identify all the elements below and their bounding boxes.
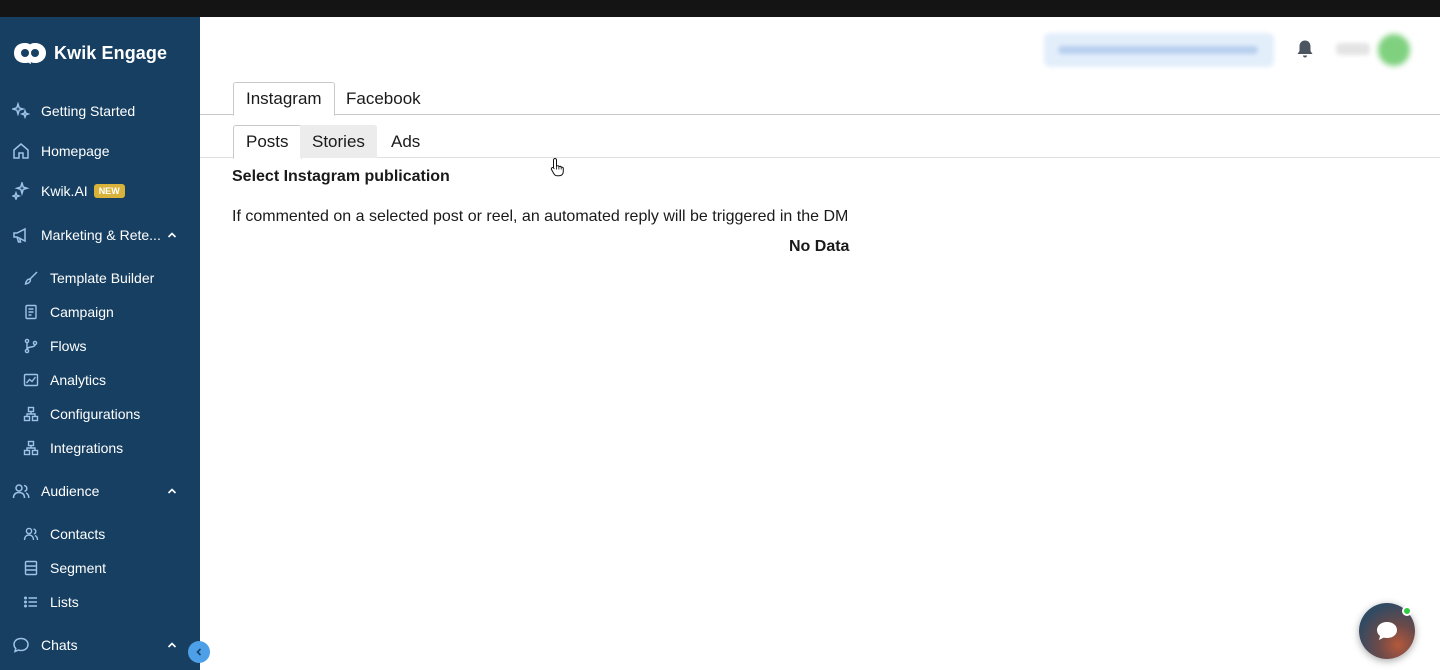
network-icon: [23, 440, 39, 456]
sidebar-item-audience[interactable]: Audience: [0, 476, 200, 506]
sidebar-item-label: Configurations: [50, 406, 141, 422]
list-icon: [23, 594, 39, 610]
users-icon: [12, 482, 30, 500]
chart-icon: [23, 372, 39, 388]
avatar[interactable]: [1378, 34, 1410, 66]
online-status-dot: [1402, 606, 1412, 616]
search-bar[interactable]: [1044, 33, 1274, 67]
sidebar-item-analytics[interactable]: Analytics: [0, 365, 200, 395]
sidebar-item-label: Flows: [50, 338, 87, 354]
user-name[interactable]: [1336, 43, 1370, 55]
segment-icon: [23, 560, 39, 576]
kwik-logo-icon: [14, 43, 46, 64]
chat-bubble-icon: [1377, 622, 1397, 640]
empty-state: No Data: [789, 238, 850, 255]
chevron-up-icon[interactable]: [166, 485, 178, 497]
tab-stories[interactable]: Stories: [300, 125, 377, 158]
tab-ads[interactable]: Ads: [379, 125, 432, 158]
window-top-bar: [0, 0, 1440, 17]
brush-icon: [23, 270, 39, 286]
sidebar-item-marketing[interactable]: Marketing & Rete...: [0, 220, 200, 250]
tab-facebook[interactable]: Facebook: [334, 82, 433, 115]
sidebar-item-label: Lists: [50, 594, 79, 610]
branch-icon: [23, 338, 39, 354]
campaign-doc-icon: [23, 304, 39, 320]
sidebar-item-configurations[interactable]: Configurations: [0, 399, 200, 429]
new-badge: NEW: [93, 184, 125, 198]
sidebar-item-getting-started[interactable]: Getting Started: [0, 96, 200, 126]
home-icon: [12, 142, 30, 160]
chevron-up-icon[interactable]: [166, 639, 178, 651]
users-icon: [23, 526, 39, 542]
network-icon: [23, 406, 39, 422]
chevron-up-icon[interactable]: [166, 229, 178, 241]
sidebar-item-label: Marketing & Rete...: [41, 227, 161, 243]
main-content: Instagram Facebook Posts Stories Ads Sel…: [200, 17, 1440, 670]
sidebar-item-kwik-ai[interactable]: Kwik.AI NEW: [0, 176, 200, 206]
sidebar-item-label: Chats: [41, 637, 78, 653]
sidebar-item-contacts[interactable]: Contacts: [0, 519, 200, 549]
ai-sparkle-icon: [12, 182, 30, 200]
brand-name: Kwik Engage: [54, 42, 168, 63]
sidebar-item-label: Getting Started: [41, 103, 136, 119]
chat-icon: [12, 636, 30, 654]
sidebar-item-lists[interactable]: Lists: [0, 587, 200, 617]
platform-tabs: Instagram Facebook: [200, 82, 1440, 116]
sidebar-item-label: Kwik.AI: [41, 183, 88, 199]
hand-cursor-icon: [550, 157, 564, 177]
sidebar-item-label: Template Builder: [50, 270, 155, 286]
brand-logo[interactable]: Kwik Engage: [14, 41, 167, 65]
section-title: Select Instagram publication: [232, 168, 450, 185]
sidebar-item-label: Contacts: [50, 526, 106, 542]
sidebar-item-flows[interactable]: Flows: [0, 331, 200, 361]
sidebar-item-chats[interactable]: Chats: [0, 630, 200, 660]
sidebar-item-label: Segment: [50, 560, 107, 576]
sidebar-item-homepage[interactable]: Homepage: [0, 136, 200, 166]
sidebar-item-label: Analytics: [50, 372, 107, 388]
bell-icon[interactable]: [1296, 39, 1314, 59]
megaphone-icon: [12, 226, 30, 244]
content-tabs: Posts Stories Ads: [200, 125, 1440, 159]
section-description: If commented on a selected post or reel,…: [232, 208, 849, 225]
sidebar-item-segment[interactable]: Segment: [0, 553, 200, 583]
sidebar-item-template-builder[interactable]: Template Builder: [0, 263, 200, 293]
sidebar-item-label: Audience: [41, 483, 100, 499]
tab-instagram[interactable]: Instagram: [233, 82, 335, 116]
sidebar-item-label: Homepage: [41, 143, 110, 159]
sidebar-item-campaign[interactable]: Campaign: [0, 297, 200, 327]
sidebar-item-label: Campaign: [50, 304, 114, 320]
sparkle-icon: [12, 102, 30, 120]
sidebar-item-label: Integrations: [50, 440, 124, 456]
tab-posts[interactable]: Posts: [233, 125, 302, 159]
sidebar: Kwik Engage Getting Started Homepage Kwi…: [0, 17, 200, 670]
sidebar-item-integrations[interactable]: Integrations: [0, 433, 200, 463]
